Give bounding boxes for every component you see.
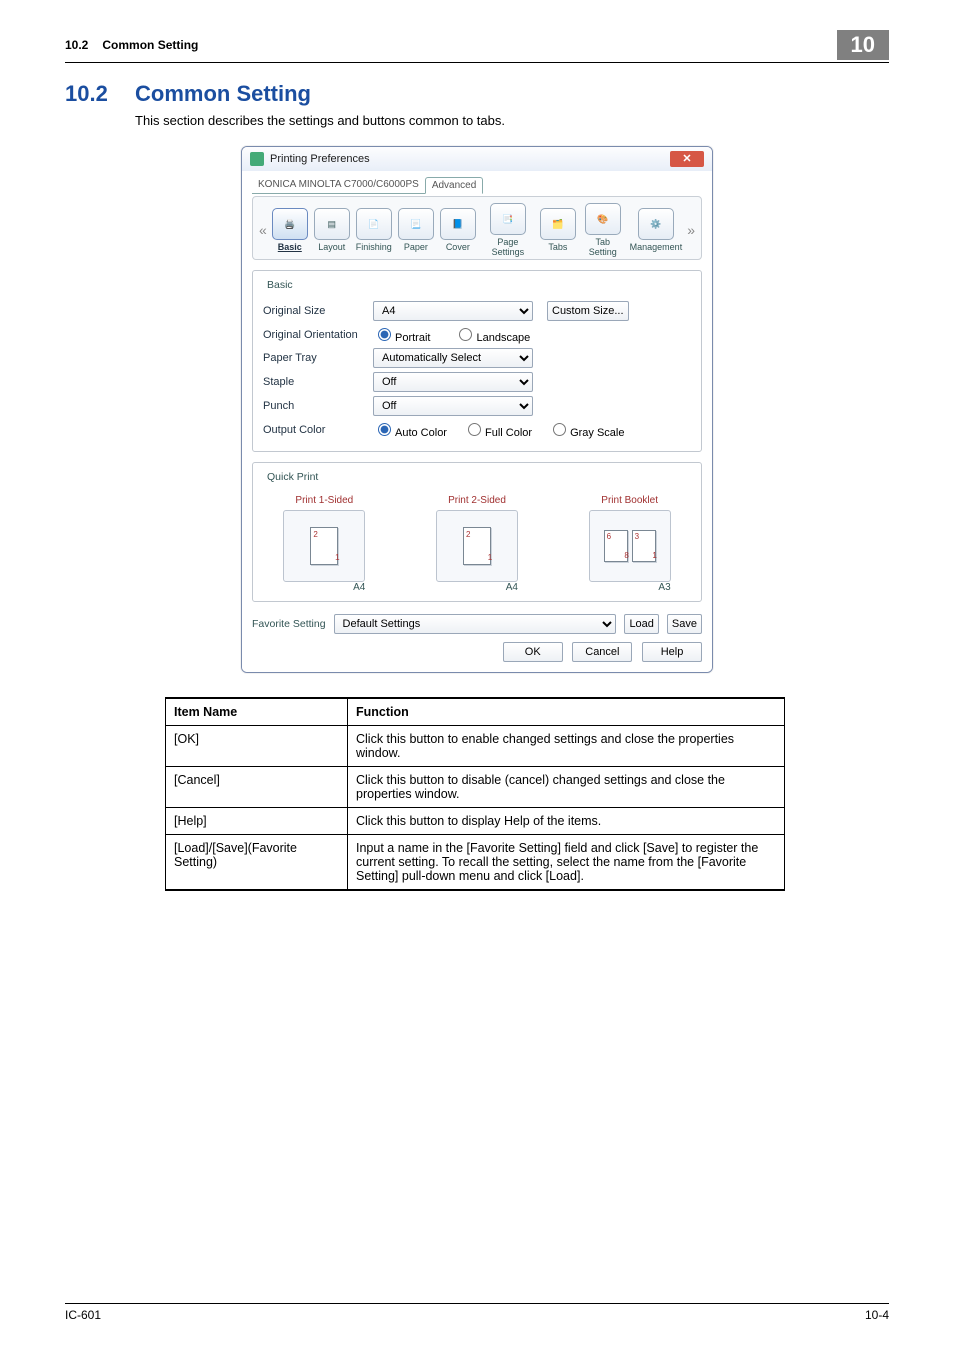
nav-layout-icon[interactable]: ▤ — [314, 208, 350, 240]
header-section-title: Common Setting — [102, 38, 836, 52]
orientation-label: Original Orientation — [263, 329, 373, 341]
punch-label: Punch — [263, 400, 373, 412]
paper-tray-select[interactable]: Automatically Select — [373, 348, 533, 368]
original-size-label: Original Size — [263, 305, 373, 317]
nav-next[interactable]: » — [685, 222, 697, 238]
printing-preferences-window: Printing Preferences ✕ KONICA MINOLTA C7… — [241, 146, 713, 673]
nav-prev[interactable]: « — [257, 222, 269, 238]
table-row: [Help]Click this button to display Help … — [166, 808, 785, 835]
nav-finishing[interactable]: Finishing — [356, 242, 392, 252]
nav-management-icon[interactable]: ⚙️ — [638, 208, 674, 240]
quick-print-1sided[interactable]: Print 1-Sided 21 A4 — [283, 495, 365, 593]
nav-tab-setting[interactable]: Tab Setting — [589, 237, 617, 257]
table-row: [OK]Click this button to enable changed … — [166, 726, 785, 767]
ok-button[interactable]: OK — [503, 642, 563, 662]
printer-icon — [250, 152, 264, 166]
load-button[interactable]: Load — [624, 614, 658, 634]
table-row: [Cancel]Click this button to disable (ca… — [166, 767, 785, 808]
original-size-select[interactable]: A4 — [373, 301, 533, 321]
nav-basic-icon[interactable]: 🖨️ — [272, 208, 308, 240]
orientation-landscape[interactable]: Landscape — [454, 325, 530, 344]
staple-label: Staple — [263, 376, 373, 388]
nav-basic[interactable]: Basic — [278, 242, 302, 252]
nav-tabs-icon[interactable]: 🗂️ — [540, 208, 576, 240]
output-color-label: Output Color — [263, 424, 373, 436]
help-button[interactable]: Help — [642, 642, 702, 662]
orientation-portrait[interactable]: Portrait — [373, 325, 430, 344]
nav-cover-icon[interactable]: 📘 — [440, 208, 476, 240]
nav-page-settings-icon[interactable]: 📑 — [490, 203, 526, 235]
table-header-function: Function — [348, 698, 785, 726]
basic-group-title: Basic — [263, 279, 297, 291]
header-section-number: 10.2 — [65, 38, 88, 52]
footer-right: 10-4 — [865, 1308, 889, 1322]
favorite-setting-select[interactable]: Default Settings — [334, 614, 617, 634]
cancel-button[interactable]: Cancel — [572, 642, 632, 662]
staple-select[interactable]: Off — [373, 372, 533, 392]
output-color-auto[interactable]: Auto Color — [373, 420, 447, 439]
window-title: Printing Preferences — [270, 153, 370, 165]
heading-number: 10.2 — [65, 81, 135, 107]
nav-tab-setting-icon[interactable]: 🎨 — [585, 203, 621, 235]
quick-print-booklet[interactable]: Print Booklet 68 31 A3 — [589, 495, 671, 593]
nav-page-settings[interactable]: Page Settings — [492, 237, 525, 257]
output-color-gray[interactable]: Gray Scale — [548, 420, 624, 439]
close-button[interactable]: ✕ — [670, 151, 704, 167]
paper-tray-label: Paper Tray — [263, 352, 373, 364]
nav-layout[interactable]: Layout — [318, 242, 345, 252]
header-chapter-number: 10 — [837, 30, 889, 60]
footer-left: IC-601 — [65, 1308, 865, 1322]
favorite-setting-label: Favorite Setting — [252, 618, 326, 630]
punch-select[interactable]: Off — [373, 396, 533, 416]
heading-title: Common Setting — [135, 81, 311, 107]
nav-cover[interactable]: Cover — [446, 242, 470, 252]
quick-print-2sided[interactable]: Print 2-Sided 21 A4 — [436, 495, 518, 593]
driver-model-tab[interactable]: KONICA MINOLTA C7000/C6000PS — [252, 177, 425, 194]
nav-finishing-icon[interactable]: 📄 — [356, 208, 392, 240]
quick-print-group-title: Quick Print — [263, 471, 322, 483]
nav-paper[interactable]: Paper — [404, 242, 428, 252]
custom-size-button[interactable]: Custom Size... — [547, 301, 629, 321]
nav-management[interactable]: Management — [630, 242, 683, 252]
table-header-item: Item Name — [166, 698, 348, 726]
advanced-tab[interactable]: Advanced — [425, 177, 483, 194]
nav-paper-icon[interactable]: 📃 — [398, 208, 434, 240]
table-row: [Load]/[Save](Favorite Setting)Input a n… — [166, 835, 785, 891]
nav-tabs[interactable]: Tabs — [548, 242, 567, 252]
save-button[interactable]: Save — [667, 614, 702, 634]
item-function-table: Item Name Function [OK]Click this button… — [165, 697, 785, 891]
output-color-full[interactable]: Full Color — [463, 420, 532, 439]
intro-paragraph: This section describes the settings and … — [135, 113, 889, 128]
